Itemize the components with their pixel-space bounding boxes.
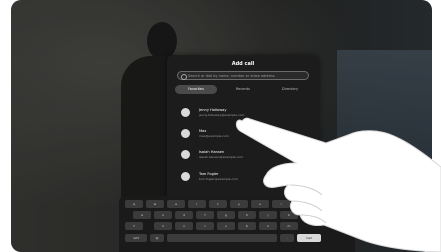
- key[interactable]: w: [146, 200, 164, 208]
- search-box[interactable]: [177, 71, 309, 80]
- key[interactable]: x: [175, 222, 193, 230]
- contact-name: Jenny Holloway: [199, 108, 227, 112]
- avatar: [181, 108, 190, 117]
- key[interactable]: q: [125, 200, 143, 208]
- tab-recents[interactable]: Recents: [222, 85, 264, 94]
- tab-favorites[interactable]: Favorites: [175, 85, 217, 94]
- at-key[interactable]: @: [150, 234, 164, 242]
- tab-bar: Favorites Recents Directory: [175, 85, 311, 94]
- shift-key[interactable]: ⇧: [125, 222, 143, 230]
- avatar: [181, 129, 190, 138]
- key[interactable]: a: [133, 211, 151, 219]
- avatar: [181, 172, 190, 181]
- hand-shape: [235, 117, 441, 252]
- avatar: [181, 150, 190, 159]
- numbers-key[interactable]: 123: [125, 234, 147, 242]
- dialog-title: Add call: [231, 61, 255, 67]
- key[interactable]: s: [154, 211, 172, 219]
- contact-detail: max@example.com: [199, 134, 229, 138]
- contact-name: Max: [199, 129, 207, 133]
- search-icon: [181, 73, 187, 80]
- contact-name: Tom Fogler: [199, 172, 219, 176]
- key[interactable]: r: [188, 200, 206, 208]
- key[interactable]: t: [209, 200, 227, 208]
- tab-directory[interactable]: Directory: [269, 85, 311, 94]
- key[interactable]: e: [167, 200, 185, 208]
- contact-name: Isaiah Hansen: [199, 150, 225, 154]
- search-input[interactable]: [188, 73, 306, 79]
- key[interactable]: c: [196, 222, 214, 230]
- key[interactable]: z: [154, 222, 172, 230]
- key[interactable]: f: [196, 211, 214, 219]
- pointing-hand: [235, 117, 441, 252]
- key[interactable]: d: [175, 211, 193, 219]
